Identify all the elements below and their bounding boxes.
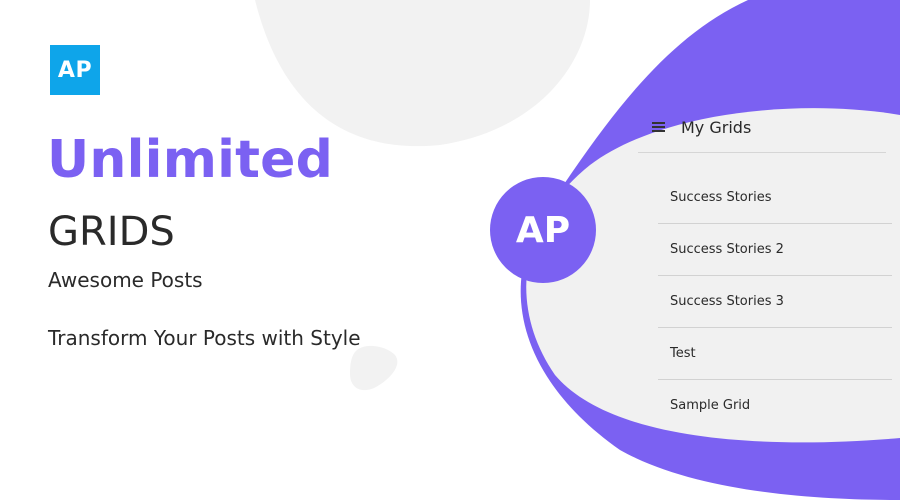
grid-item-label: Sample Grid [670,398,751,413]
headline-unlimited: Unlimited [47,130,334,190]
ap-avatar: AP [490,177,596,283]
top-gray-blob [255,0,590,147]
grid-list: Success Stories Success Stories 2 Succes… [658,172,892,431]
panel-header: My Grids [638,100,886,153]
grid-item-success-stories-3[interactable]: Success Stories 3 [658,276,892,328]
grid-item-success-stories-2[interactable]: Success Stories 2 [658,224,892,276]
grid-item-label: Success Stories [670,190,772,205]
grid-item-label: Success Stories 3 [670,294,784,309]
tagline: Transform Your Posts with Style [48,326,361,350]
grid-item-test[interactable]: Test [658,328,892,380]
hamburger-menu-icon[interactable] [652,122,665,132]
promo-banner: AP Unlimited GRIDS Awesome Posts Transfo… [0,0,900,500]
grid-item-success-stories[interactable]: Success Stories [658,172,892,224]
panel-title: My Grids [681,118,752,137]
grid-item-label: Test [670,346,696,361]
small-gray-blob [350,345,398,391]
ap-logo-badge: AP [50,45,100,95]
grid-item-label: Success Stories 2 [670,242,784,257]
my-grids-panel: My Grids Success Stories Success Stories… [638,100,900,440]
subheadline-grids: GRIDS [48,209,175,255]
grid-item-sample-grid[interactable]: Sample Grid [658,380,892,431]
brand-name: Awesome Posts [48,268,203,292]
